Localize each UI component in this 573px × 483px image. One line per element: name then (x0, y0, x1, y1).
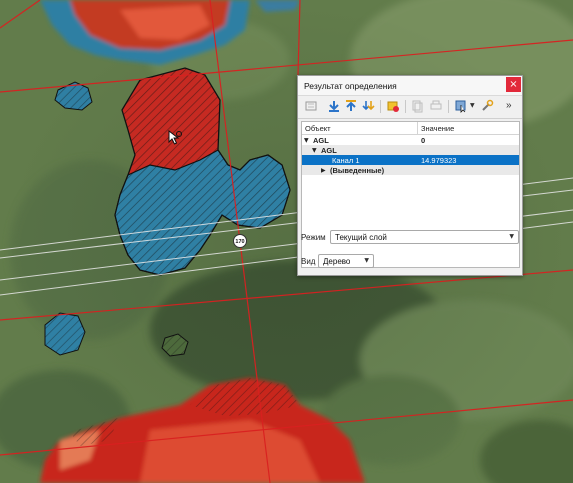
copy-icon[interactable] (410, 99, 424, 113)
expand-all-icon[interactable] (361, 99, 375, 113)
settings-icon[interactable] (480, 99, 494, 113)
tree-row-band-1[interactable]: Канал 1 14.979323 (302, 155, 519, 165)
expand-arrow-icon[interactable]: ▼ (304, 137, 309, 144)
tree-header: Объект Значение (302, 122, 519, 135)
view-select[interactable]: Дерево ▼ (318, 254, 374, 268)
expand-icon[interactable] (304, 99, 318, 113)
chevron-down-icon: ▼ (364, 257, 369, 264)
panel-titlebar[interactable]: Результат определения × (298, 76, 522, 96)
more-tools-icon[interactable]: » (506, 100, 512, 111)
clear-results-icon[interactable] (386, 99, 400, 113)
mode-label: Режим (301, 233, 326, 242)
expand-new-icon[interactable] (327, 99, 341, 113)
identify-cursor-icon (168, 130, 182, 145)
dropdown-arrow-icon[interactable]: ▼ (470, 102, 475, 109)
results-tree[interactable]: Объект Значение ▼ AGL 0 ▼ AGL Канал 1 14… (301, 121, 520, 268)
column-value-header[interactable]: Значение (421, 124, 454, 133)
select-feature-icon[interactable] (454, 99, 468, 113)
collapse-icon[interactable] (344, 99, 358, 113)
mode-select-value: Текущий слой (335, 233, 387, 242)
view-select-value: Дерево (323, 257, 351, 266)
row-value: 14.979323 (421, 156, 457, 165)
road-number-badge: 170 (233, 234, 247, 248)
expand-arrow-icon[interactable]: ▼ (312, 147, 317, 154)
row-object: (Выведенные) (330, 166, 385, 175)
panel-toolbar: ▼ » (298, 96, 522, 119)
row-value: 0 (421, 136, 426, 145)
row-object: AGL (321, 146, 337, 155)
tree-row-layer[interactable]: ▼ AGL 0 (302, 135, 519, 145)
chevron-down-icon: ▼ (509, 233, 514, 240)
view-label: Вид (301, 257, 316, 266)
row-object: AGL (313, 136, 329, 145)
column-object-header[interactable]: Объект (305, 124, 331, 133)
row-object: Канал 1 (332, 156, 360, 165)
tree-row-feature[interactable]: ▼ AGL (302, 145, 519, 155)
close-button[interactable]: × (506, 77, 521, 92)
print-icon[interactable] (429, 99, 443, 113)
identify-results-panel: Результат определения × ▼ » Объект Значе… (297, 75, 523, 276)
collapsed-arrow-icon[interactable]: ▶ (321, 167, 326, 174)
mode-select[interactable]: Текущий слой ▼ (330, 230, 519, 244)
tree-row-derived[interactable]: ▶ (Выведенные) (302, 165, 519, 175)
panel-title: Результат определения (304, 81, 397, 91)
